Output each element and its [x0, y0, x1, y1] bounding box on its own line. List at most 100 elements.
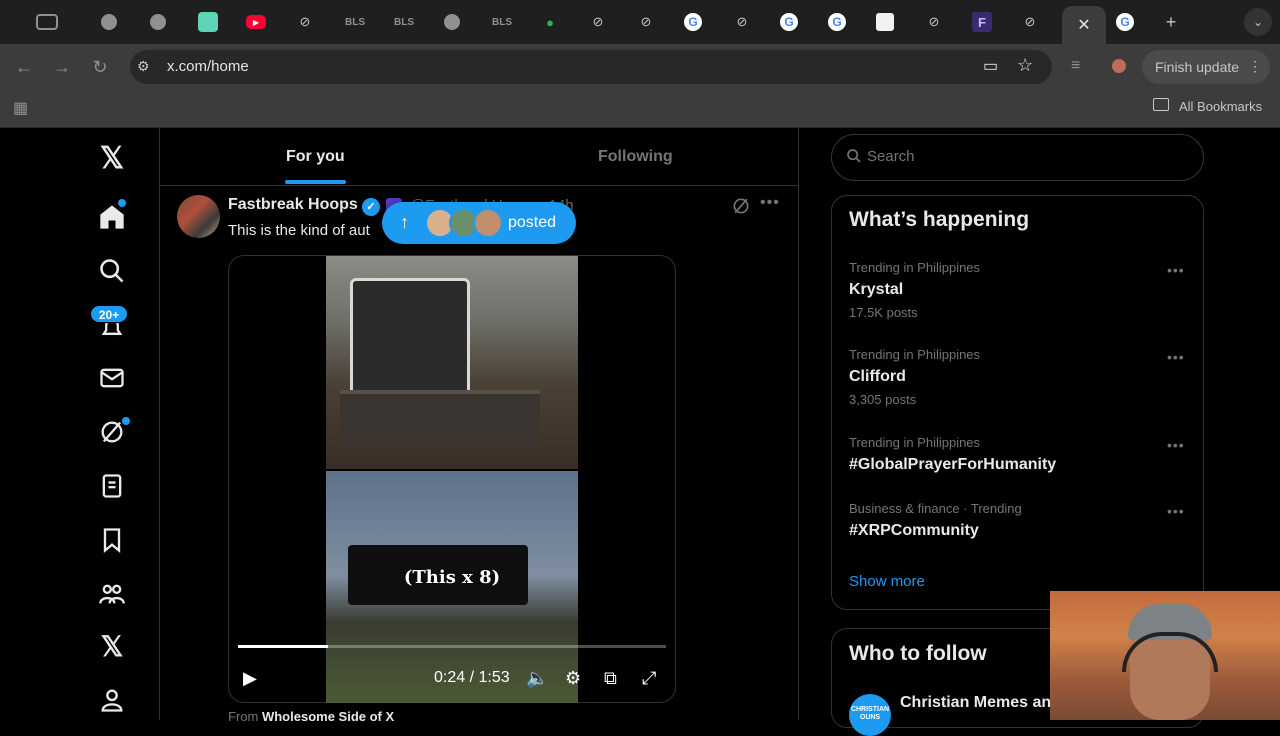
tab-grok-icon[interactable]: ⊘ [295, 12, 315, 32]
volume-icon[interactable]: 🔈 [526, 668, 548, 689]
tab-google-icon[interactable]: G [1116, 13, 1134, 31]
post-text: This is the kind of aut [228, 222, 370, 239]
trend-name[interactable]: #GlobalPrayerForHumanity [849, 456, 1056, 474]
post-source-line: From Wholesome Side of X [228, 709, 394, 724]
trend-more-icon[interactable]: ••• [1167, 437, 1185, 453]
tab-for-you[interactable]: For you [286, 148, 345, 166]
grok-unread-dot [122, 417, 130, 425]
suggested-account-name[interactable]: Christian Memes and [900, 694, 1050, 712]
video-loader-machine [350, 278, 470, 398]
tab-cube-icon[interactable] [876, 13, 894, 31]
search-icon [846, 148, 862, 169]
post-author-avatar[interactable] [177, 195, 220, 238]
tab-bls-icon[interactable]: BLS [491, 12, 513, 32]
tab-grok-icon[interactable]: ⊘ [636, 12, 656, 32]
bookmarks-bar [0, 90, 1280, 128]
media-control-icon[interactable]: ≡ [1071, 57, 1080, 75]
suggested-account-avatar[interactable]: CHRISTIAN OUNS [849, 694, 891, 736]
tab-grok-icon[interactable]: ⊘ [732, 12, 752, 32]
tab-globe-icon[interactable] [150, 14, 166, 30]
trend-more-icon[interactable]: ••• [1167, 503, 1185, 519]
tab-following[interactable]: Following [598, 148, 673, 166]
tab-mic-icon[interactable]: ● [540, 12, 560, 32]
tab-bls-icon[interactable]: BLS [393, 12, 415, 32]
whats-happening-title: What’s happening [849, 208, 1030, 231]
tab-search-icon[interactable] [36, 14, 58, 30]
picture-in-picture-icon[interactable]: ⧉ [604, 668, 617, 689]
trend-more-icon[interactable]: ••• [1167, 349, 1185, 365]
active-tab-close-icon[interactable]: ✕ [1062, 6, 1106, 44]
install-app-icon[interactable]: ▭ [983, 56, 998, 76]
tab-grok-icon[interactable]: ⊘ [588, 12, 608, 32]
bookmarks-icon[interactable] [96, 524, 128, 556]
play-icon[interactable]: ▶ [243, 668, 257, 689]
trend-name[interactable]: #XRPCommunity [849, 522, 979, 540]
tab-search-chevron-icon[interactable]: ⌄ [1244, 8, 1272, 36]
lists-icon[interactable] [96, 470, 128, 502]
video-timecode: 0:24 / 1:53 [434, 669, 510, 686]
finish-update-label: Finish update [1155, 59, 1240, 75]
tab-f-icon[interactable]: F [972, 12, 992, 32]
forward-arrow-icon[interactable]: → [51, 56, 73, 78]
explore-search-icon[interactable] [96, 255, 128, 287]
settings-gear-icon[interactable]: ⚙ [565, 668, 581, 689]
who-to-follow-title: Who to follow [849, 642, 987, 665]
tabs-divider [160, 185, 798, 186]
pill-avatar [473, 208, 503, 238]
tab-google-icon[interactable]: G [684, 13, 702, 31]
new-posts-pill-label: posted [508, 214, 557, 231]
post-source-prefix: From [228, 709, 259, 724]
feed-left-border [159, 128, 160, 720]
tab-bls-icon[interactable]: BLS [344, 12, 366, 32]
video-progress-fill [238, 645, 328, 648]
communities-icon[interactable] [96, 578, 128, 610]
trend-more-icon[interactable]: ••• [1167, 262, 1185, 278]
tab-grok-icon[interactable]: ⊘ [1020, 12, 1040, 32]
profile-avatar-icon[interactable] [1112, 59, 1126, 73]
tab-globe-icon[interactable] [101, 14, 117, 30]
x-logo-icon[interactable]: 𝕏 [96, 142, 128, 175]
video-caption: (This x 8) [403, 567, 501, 588]
trend-meta: Trending in Philippines [849, 260, 981, 275]
reload-icon[interactable]: ↻ [89, 56, 111, 78]
video-progress-bar[interactable] [238, 645, 666, 648]
address-bar[interactable] [130, 50, 1052, 84]
bookmark-star-icon[interactable]: ☆ [1017, 55, 1033, 76]
video-loader-bucket [340, 390, 540, 445]
show-more-link[interactable]: Show more [849, 573, 925, 590]
search-placeholder: Search [867, 148, 915, 165]
tab-active-indicator [285, 180, 346, 184]
home-unread-dot [118, 199, 126, 207]
notifications-badge: 20+ [90, 305, 128, 323]
tab-youtube-icon[interactable]: ▶ [246, 15, 266, 29]
feed-right-border [798, 128, 799, 720]
back-arrow-icon[interactable]: ← [13, 56, 35, 78]
all-bookmarks-link[interactable]: All Bookmarks [1179, 99, 1262, 114]
post-source-name[interactable]: Wholesome Side of X [262, 709, 394, 724]
tab-google-icon[interactable]: G [828, 13, 846, 31]
finish-update-button[interactable]: Finish update ⋮ [1142, 50, 1270, 84]
profile-icon[interactable] [96, 684, 128, 716]
kebab-menu-icon: ⋮ [1248, 58, 1262, 74]
verified-badge-icon: ✓ [362, 198, 380, 216]
post-author-name[interactable]: Fastbreak Hoops [228, 196, 358, 214]
tab-grok-icon[interactable]: ⊘ [924, 12, 944, 32]
arrow-up-icon: ↑ [400, 212, 409, 232]
trend-count: 3,305 posts [849, 392, 917, 407]
trend-meta: Trending in Philippines [849, 435, 981, 450]
trend-count: 17.5K posts [849, 305, 918, 320]
apps-grid-icon[interactable]: ▦ [13, 98, 28, 118]
site-info-icon[interactable]: ⚙ [137, 58, 150, 75]
fullscreen-icon[interactable]: ⤢ [642, 668, 656, 689]
tab-google-icon[interactable]: G [780, 13, 798, 31]
new-tab-plus-icon[interactable]: + [1161, 12, 1181, 32]
url-text[interactable]: x.com/home [167, 58, 249, 75]
trend-name[interactable]: Clifford [849, 368, 906, 386]
premium-x-icon[interactable]: 𝕏 [96, 630, 128, 662]
post-grok-icon[interactable] [731, 196, 751, 221]
post-more-options-icon[interactable]: ••• [760, 194, 780, 212]
messages-mail-icon[interactable] [96, 362, 128, 394]
trend-name[interactable]: Krystal [849, 281, 903, 299]
tab-globe-icon[interactable] [444, 14, 460, 30]
tab-app-icon[interactable] [198, 12, 218, 32]
